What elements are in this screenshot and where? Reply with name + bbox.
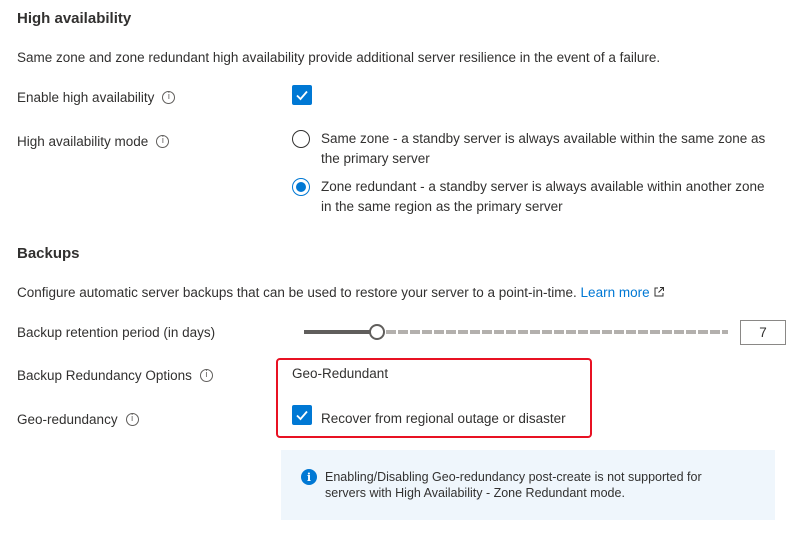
geo-redundancy-checkbox-label[interactable]: Recover from regional outage or disaster: [321, 411, 566, 426]
info-message-text: Enabling/Disabling Geo-redundancy post-c…: [325, 470, 702, 500]
slider-thumb[interactable]: [369, 324, 385, 340]
checkmark-icon: [296, 90, 308, 101]
section-title-high-availability: High availability: [17, 10, 132, 27]
learn-more-link[interactable]: Learn more: [581, 285, 666, 300]
geo-redundancy-checkbox[interactable]: [292, 405, 312, 425]
backup-redundancy-label: Backup Redundancy Options: [17, 368, 192, 383]
high-availability-mode-label: High availability mode: [17, 134, 149, 149]
radio-same-zone-label[interactable]: Same zone - a standby server is always a…: [321, 129, 766, 169]
geo-redundancy-label-row: Geo-redundancy i: [17, 412, 139, 427]
slider-track-filled: [304, 330, 376, 334]
retention-days-input[interactable]: 7: [740, 320, 786, 345]
slider-track-empty: [386, 330, 728, 334]
enable-high-availability-checkbox[interactable]: [292, 85, 312, 105]
radio-zone-redundant[interactable]: [292, 178, 310, 196]
enable-high-availability-label: Enable high availability: [17, 90, 155, 105]
backups-description: Configure automatic server backups that …: [17, 285, 577, 300]
info-icon[interactable]: i: [162, 91, 176, 104]
external-link-icon: [654, 287, 665, 297]
info-message-bar: i Enabling/Disabling Geo-redundancy post…: [281, 450, 775, 520]
high-availability-mode-label-row: High availability mode i: [17, 134, 170, 149]
enable-high-availability-label-row: Enable high availability i: [17, 90, 176, 105]
info-icon[interactable]: i: [199, 369, 213, 382]
backup-redundancy-label-row: Backup Redundancy Options i: [17, 368, 213, 383]
retention-slider[interactable]: [304, 324, 728, 340]
backups-description-row: Configure automatic server backups that …: [17, 285, 665, 300]
checkmark-icon: [296, 410, 308, 421]
backup-redundancy-value: Geo-Redundant: [292, 366, 389, 381]
info-circle-icon: i: [301, 469, 317, 485]
radio-zone-redundant-label[interactable]: Zone redundant - a standby server is alw…: [321, 177, 766, 217]
section-title-backups: Backups: [17, 245, 80, 262]
geo-redundancy-label: Geo-redundancy: [17, 412, 118, 427]
backup-retention-label: Backup retention period (in days): [17, 325, 216, 340]
high-availability-description: Same zone and zone redundant high availa…: [17, 50, 661, 65]
radio-same-zone[interactable]: [292, 130, 310, 148]
info-icon[interactable]: i: [156, 135, 170, 148]
info-icon[interactable]: i: [125, 413, 139, 426]
